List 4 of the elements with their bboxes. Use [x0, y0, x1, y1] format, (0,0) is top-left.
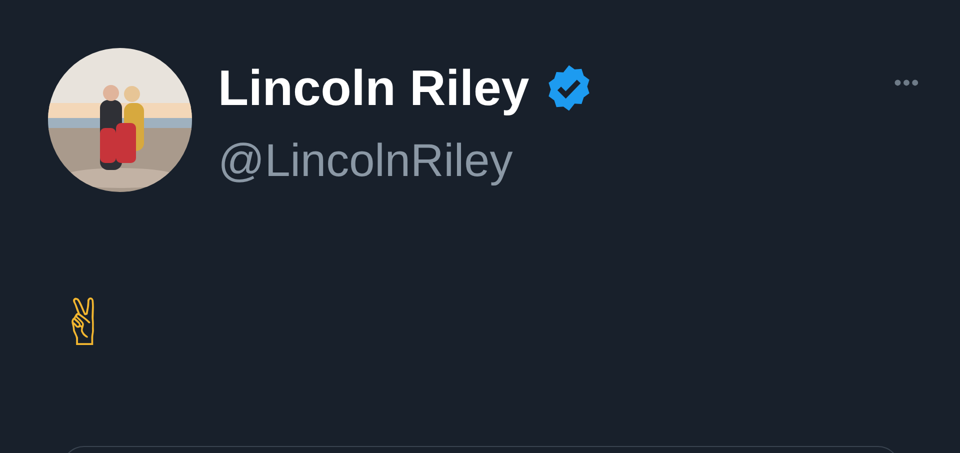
- more-icon[interactable]: •••: [894, 68, 920, 98]
- tweet-text: ✌: [58, 286, 112, 363]
- author-name[interactable]: Lincoln Riley: [218, 58, 530, 118]
- author-handle[interactable]: @LincolnRiley: [218, 132, 596, 188]
